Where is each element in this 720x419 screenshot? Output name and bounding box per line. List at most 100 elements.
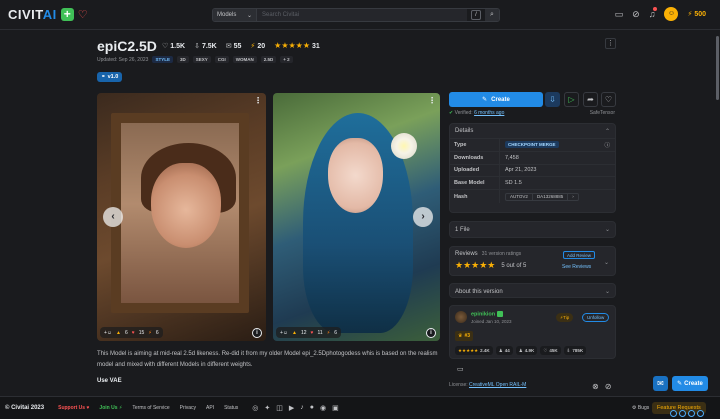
api-link[interactable]: API bbox=[206, 405, 214, 411]
join-us-link[interactable]: Join Us ⚡ bbox=[99, 405, 122, 411]
gallery-prev-button[interactable]: ‹ bbox=[103, 207, 123, 227]
tag-style[interactable]: STYLE bbox=[152, 56, 173, 63]
verified-time-link[interactable]: 6 months ago bbox=[474, 110, 504, 116]
gallery-image-1[interactable]: ⋮ ‹ +☺ ▲ 6 ♥ 15 ⚡ 6 i bbox=[97, 93, 266, 341]
image-menu-icon[interactable]: ⋮ bbox=[254, 96, 262, 105]
tiktok-icon[interactable]: ♪ bbox=[300, 404, 304, 412]
reviews-count: 31 version ratings bbox=[481, 251, 522, 257]
creator-name[interactable]: epinikion bbox=[471, 311, 504, 317]
terms-link[interactable]: Terms of Service bbox=[132, 405, 169, 411]
page-scrollbar[interactable] bbox=[715, 30, 720, 396]
link-icon: ⚭ bbox=[101, 74, 106, 80]
social-icons: ◎ ✦ ◫ ▶ ♪ ● ◉ ▣ bbox=[252, 404, 338, 412]
model-title: epiC2.5D bbox=[97, 38, 157, 54]
image-gallery: ⋮ ‹ +☺ ▲ 6 ♥ 15 ⚡ 6 i ⋮ › +☺ ▲ 12 ♥ 11 ⚡ 6 i bbox=[97, 93, 441, 341]
details-panel: Details ⌃ Type CHECKPOINT MERGE ⓘ Downloads… bbox=[449, 123, 616, 213]
instagram-icon[interactable]: ◫ bbox=[276, 404, 283, 412]
license-line: License: CreativeML Open RAIL-M bbox=[449, 382, 527, 388]
model-stats: ♡ 1.5K ⇩ 7.5K ✉ 55 ⚡ 20 ★★★★★ 31 bbox=[162, 41, 320, 50]
likes-stat: ♡ 1.5K bbox=[162, 42, 186, 50]
video-icon[interactable]: ▭ bbox=[457, 365, 464, 373]
table-row: Base Model SD 1.5 bbox=[450, 177, 615, 191]
version-tab[interactable]: ⚭ v1.0 bbox=[97, 72, 123, 82]
tags-more[interactable]: + 2 bbox=[280, 56, 293, 63]
see-reviews-link[interactable]: See Reviews bbox=[562, 264, 591, 270]
twitch-icon[interactable]: ▣ bbox=[332, 404, 339, 412]
favorite-heart-icon[interactable]: ♡ bbox=[601, 92, 616, 107]
reddit-icon[interactable]: ● bbox=[310, 404, 314, 412]
heart-icon: ♡ bbox=[162, 42, 169, 50]
user-avatar[interactable]: ☺ bbox=[664, 7, 679, 21]
tag-2-5d[interactable]: 2.5D bbox=[260, 56, 277, 63]
tag-sexy[interactable]: SEXY bbox=[192, 56, 211, 63]
search-icon[interactable]: ⌕ bbox=[485, 9, 499, 21]
more-options-icon[interactable]: ⋮ bbox=[605, 38, 616, 49]
gallery-next-button[interactable]: › bbox=[413, 207, 433, 227]
thumbs-up-icon: ▲ bbox=[292, 329, 297, 336]
download-icon[interactable]: ⇩ bbox=[545, 92, 560, 107]
youtube-icon[interactable]: ▶ bbox=[289, 404, 294, 412]
wooden-frame bbox=[111, 113, 249, 313]
bugs-link[interactable]: ⚙ Bugs bbox=[632, 405, 649, 411]
chevron-down-icon[interactable]: ⌄ bbox=[604, 259, 609, 266]
gallery-image-2[interactable]: ⋮ › +☺ ▲ 12 ♥ 11 ⚡ 6 i bbox=[273, 93, 440, 341]
privacy-link[interactable]: Privacy bbox=[180, 405, 196, 411]
twitter-icon[interactable]: ✦ bbox=[264, 404, 270, 412]
chat-fab-icon[interactable]: ✉ bbox=[653, 376, 668, 391]
tip-button[interactable]: ⚡ Tip bbox=[556, 313, 574, 322]
license-link[interactable]: CreativeML Open RAIL-M bbox=[469, 382, 526, 388]
info-icon[interactable]: ⓘ bbox=[604, 141, 610, 149]
eye-off-icon[interactable]: ⊘ bbox=[632, 9, 640, 20]
table-row: Uploaded Apr 21, 2023 bbox=[450, 164, 615, 178]
tray-icon[interactable] bbox=[679, 410, 686, 417]
creator-stats: ★★★★★ 2.4K ♟ 44 ♟ 4.9K ♡ 45K ⇩ 785K bbox=[455, 346, 587, 355]
scrollbar-thumb[interactable] bbox=[716, 36, 719, 100]
tag-3d[interactable]: 3D bbox=[176, 56, 189, 63]
creator-uploads-stat: ♟ 44 bbox=[495, 346, 513, 355]
play-icon[interactable]: ▷ bbox=[564, 92, 579, 107]
about-version-panel[interactable]: About this version ⌄ bbox=[449, 283, 616, 298]
use-vae-note: Use VAE bbox=[97, 378, 122, 384]
github-icon[interactable]: ◉ bbox=[320, 404, 326, 412]
chevron-up-icon: ⌃ bbox=[604, 128, 610, 135]
creator-avatar[interactable] bbox=[455, 311, 467, 323]
hash-copy-box[interactable]: AUTOV2 DA13268885 › bbox=[505, 192, 579, 201]
no-commercial-icon: ⊘ bbox=[604, 382, 612, 391]
search-filter-select[interactable]: Models ⌄ bbox=[213, 9, 257, 21]
bell-icon[interactable]: ♫ bbox=[649, 7, 658, 19]
buzz-balance[interactable]: ⚡ 500 bbox=[687, 10, 706, 18]
create-button[interactable]: ✎ Create bbox=[449, 92, 543, 107]
brush-icon: ✎ bbox=[482, 97, 488, 103]
details-header[interactable]: Details ⌃ bbox=[450, 124, 615, 138]
site-logo[interactable]: CIVITAI + ♡ bbox=[8, 7, 88, 22]
floating-create-button[interactable]: ✎ Create bbox=[672, 376, 708, 391]
search-input[interactable]: Search Civitai bbox=[257, 9, 467, 21]
status-link[interactable]: Status bbox=[224, 405, 238, 411]
tray-icon[interactable] bbox=[697, 410, 704, 417]
heart-icon: ♡ bbox=[77, 9, 88, 21]
creator-card: epinikion Joined Jan 10, 2023 ⚡ Tip Unfo… bbox=[449, 305, 616, 359]
image-reactions[interactable]: +☺ ▲ 6 ♥ 15 ⚡ 6 bbox=[100, 327, 163, 338]
tray-icon[interactable] bbox=[670, 410, 677, 417]
creator-rating-stat: ★★★★★ 2.4K bbox=[455, 346, 493, 355]
updated-and-tags: Updated: Sep 26, 2023 STYLE 3D SEXY CGI … bbox=[97, 56, 293, 63]
creator-downloads-stat: ⇩ 785K bbox=[563, 346, 587, 355]
add-reaction-icon: +☺ bbox=[104, 329, 113, 336]
monitor-icon[interactable]: ▭ bbox=[615, 9, 624, 20]
rating-stat[interactable]: ★★★★★ 31 bbox=[274, 41, 320, 50]
add-review-button[interactable]: Add Review bbox=[563, 251, 596, 259]
info-icon[interactable]: i bbox=[252, 328, 262, 338]
tag-cgi[interactable]: CGI bbox=[214, 56, 229, 63]
share-icon[interactable]: ➦ bbox=[583, 92, 598, 107]
rating-score: 5 out of 5 bbox=[501, 262, 527, 269]
tray-icon[interactable] bbox=[688, 410, 695, 417]
support-us-link[interactable]: Support Us ♥ bbox=[58, 405, 89, 411]
image-reactions[interactable]: +☺ ▲ 12 ♥ 11 ⚡ 6 bbox=[276, 327, 342, 338]
discord-icon[interactable]: ◎ bbox=[252, 404, 258, 412]
info-icon[interactable]: i bbox=[426, 328, 436, 338]
image-menu-icon[interactable]: ⋮ bbox=[428, 96, 436, 105]
files-panel[interactable]: 1 File ⌄ bbox=[449, 221, 616, 238]
tag-woman[interactable]: WOMAN bbox=[232, 56, 257, 63]
unfollow-button[interactable]: Unfollow bbox=[582, 313, 610, 322]
creator-likes-stat: ♡ 45K bbox=[540, 346, 561, 355]
